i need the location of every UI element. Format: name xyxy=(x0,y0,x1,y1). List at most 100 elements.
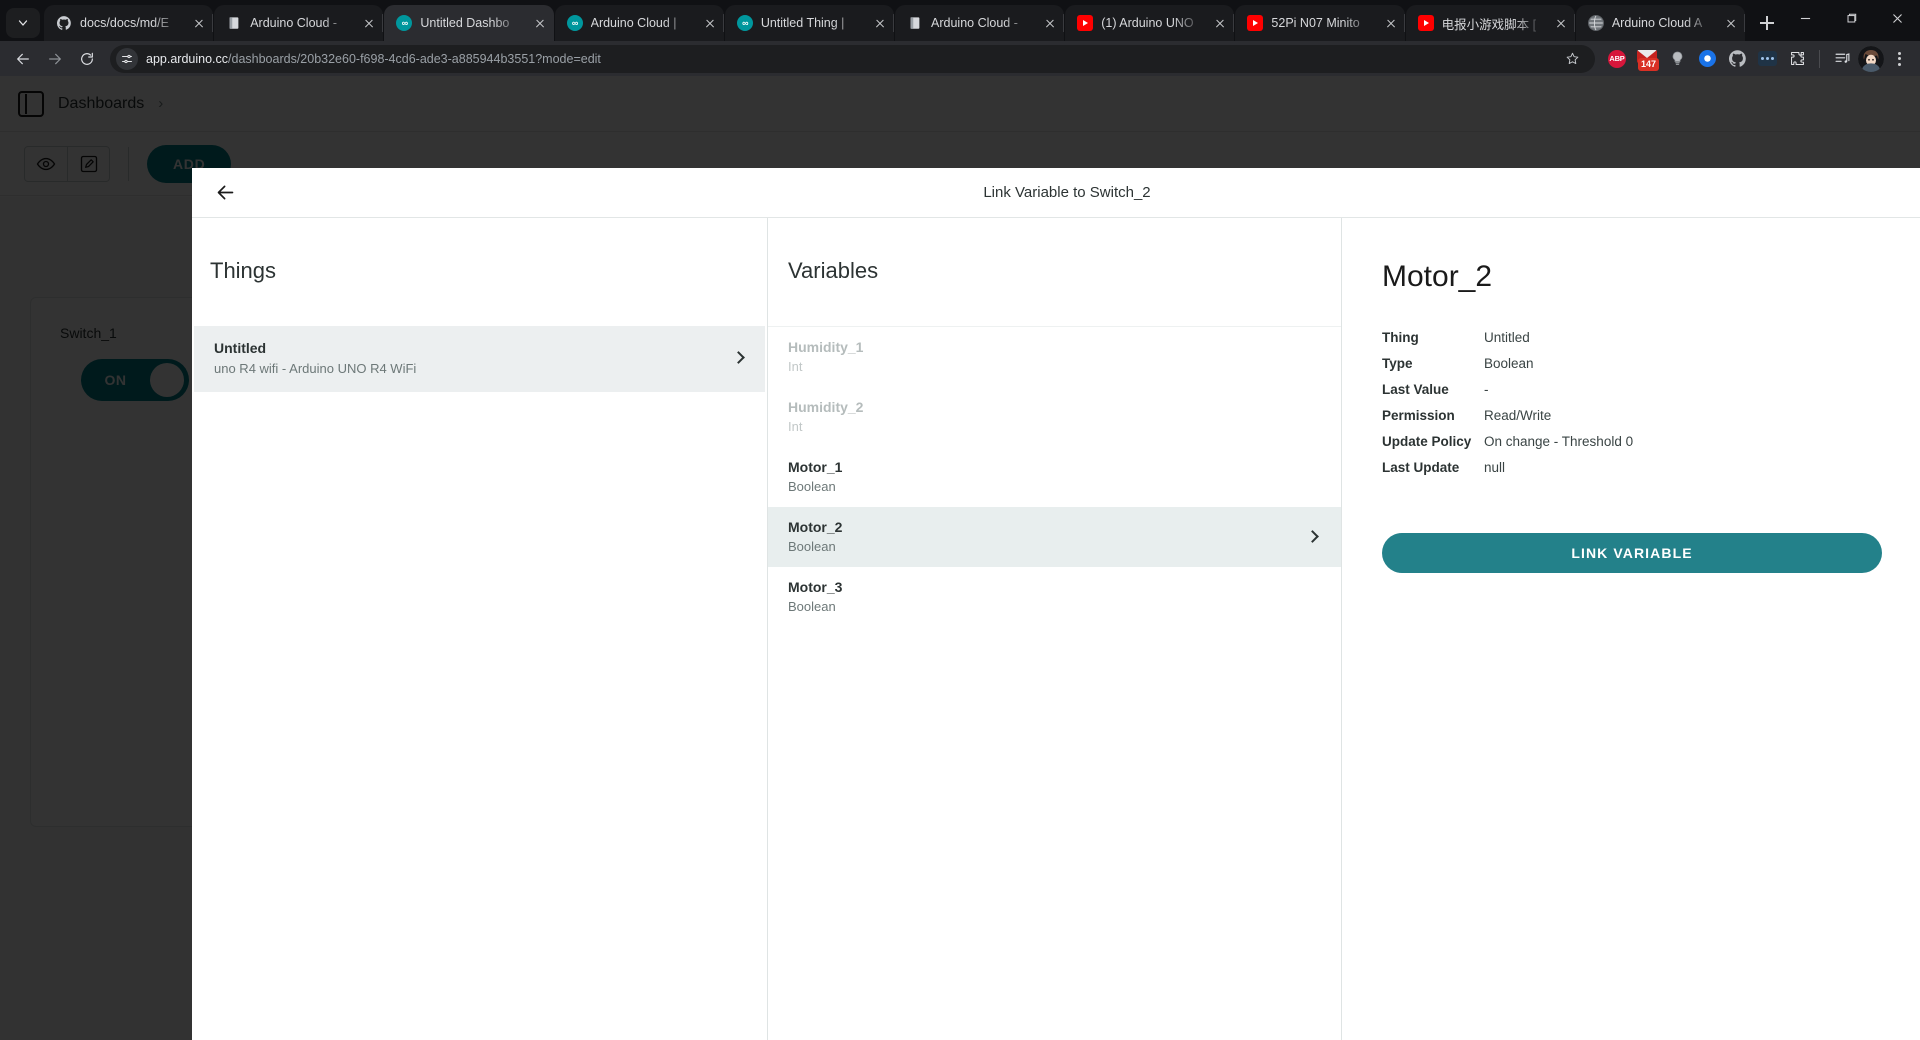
extension-lightbulb[interactable] xyxy=(1663,45,1691,73)
close-window-button[interactable] xyxy=(1874,0,1920,36)
page-viewport: Dashboards › xyxy=(0,76,1920,1040)
browser-tab[interactable]: 电报小游戏脚本 [ xyxy=(1405,5,1575,41)
variable-name: Humidity_1 xyxy=(788,339,864,355)
kebab-menu-icon[interactable] xyxy=(1886,46,1912,72)
detail-field-value: Untitled xyxy=(1484,330,1530,345)
modal-back-button[interactable] xyxy=(210,178,240,208)
arrow-left-icon xyxy=(217,185,233,200)
browser-tab[interactable]: docs/docs/md/E xyxy=(44,5,214,41)
browser-tab[interactable]: ∞ Arduino Cloud | xyxy=(554,5,724,41)
browser-tab[interactable]: ∞ Untitled Thing | xyxy=(724,5,895,41)
arduino-icon: ∞ xyxy=(396,15,413,31)
dots-extension-icon xyxy=(1757,51,1777,66)
detail-field-key: Last Value xyxy=(1382,382,1449,397)
close-tab-button[interactable] xyxy=(872,15,888,31)
variable-info: Motor_1 Boolean xyxy=(788,459,1317,494)
opera-icon xyxy=(1698,50,1716,67)
globe-icon xyxy=(1587,15,1604,31)
close-tab-button[interactable] xyxy=(1042,15,1058,31)
tab-strip: docs/docs/md/E Arduino Cloud - ∞ Untitled D… xyxy=(0,0,1920,41)
arduino-icon: ∞ xyxy=(736,15,753,31)
extension-opera[interactable] xyxy=(1693,45,1721,73)
close-tab-button[interactable] xyxy=(702,15,718,31)
github-icon xyxy=(1728,50,1746,67)
tab-search-button[interactable] xyxy=(6,8,40,38)
minimize-icon xyxy=(1800,17,1810,19)
arrow-right-icon xyxy=(49,53,61,64)
extension-dots[interactable] xyxy=(1753,45,1781,73)
thing-subtitle: uno R4 wifi - Arduino UNO R4 WiFi xyxy=(214,361,417,376)
tab-title: Arduino Cloud | xyxy=(590,16,677,30)
tab-title: Arduino Cloud A xyxy=(1611,16,1703,30)
extensions-button[interactable] xyxy=(1783,45,1811,73)
variable-name: Motor_3 xyxy=(788,579,843,595)
extension-github[interactable] xyxy=(1723,45,1751,73)
lightbulb-icon xyxy=(1672,51,1682,66)
reload-icon xyxy=(81,52,93,65)
tab-title: Untitled Dashbo xyxy=(420,16,510,30)
forward-button[interactable] xyxy=(40,44,70,74)
puzzle-extensions-icon xyxy=(1790,52,1804,65)
document-icon xyxy=(907,15,923,31)
detail-field-key: Update Policy xyxy=(1382,434,1472,449)
detail-field-table: Thing Untitled Type Boolean Last Value - Permi… xyxy=(1382,330,1880,475)
variable-name: Humidity_2 xyxy=(788,399,864,415)
mail-unread-badge: 147 xyxy=(1638,57,1660,71)
link-variable-button[interactable]: LINK VARIABLE xyxy=(1382,533,1882,573)
modal-body: Things Untitled uno R4 wifi - Arduino UNO… xyxy=(192,218,1920,1040)
close-tab-button[interactable] xyxy=(1553,15,1569,31)
star-icon xyxy=(1566,52,1578,65)
close-tab-button[interactable] xyxy=(191,15,207,31)
reload-button[interactable] xyxy=(72,44,102,74)
detail-field-value: - xyxy=(1484,382,1489,397)
browser-tab[interactable]: Arduino Cloud A xyxy=(1575,5,1746,41)
modal-title: Link Variable to Switch_2 xyxy=(983,184,1151,201)
close-icon xyxy=(1892,13,1902,23)
tab-title: Untitled Thing | xyxy=(760,16,845,30)
variable-type: Boolean xyxy=(788,599,836,614)
tune-icon xyxy=(122,54,132,63)
variable-row[interactable]: Motor_1 Boolean xyxy=(768,447,1341,507)
profile-avatar[interactable] xyxy=(1858,45,1884,72)
new-tab-button[interactable] xyxy=(1752,8,1782,38)
close-tab-button[interactable] xyxy=(1383,15,1399,31)
close-tab-button[interactable] xyxy=(1212,15,1228,31)
variable-row[interactable]: Motor_2 Boolean xyxy=(768,507,1341,567)
media-control-button[interactable] xyxy=(1828,45,1856,73)
browser-tab[interactable]: (1) Arduino UNO xyxy=(1065,5,1235,41)
close-tab-button[interactable] xyxy=(1723,15,1739,31)
variable-row[interactable]: Motor_3 Boolean xyxy=(768,567,1341,627)
avatar-image xyxy=(1858,45,1884,72)
detail-field-value: Read/Write xyxy=(1484,408,1552,423)
browser-tab[interactable]: Arduino Cloud - xyxy=(895,5,1065,41)
bookmark-star-button[interactable] xyxy=(1559,46,1585,72)
back-button[interactable] xyxy=(8,44,38,74)
extension-mail[interactable]: 147 xyxy=(1633,45,1661,73)
site-settings-icon[interactable] xyxy=(116,47,138,70)
browser-tab[interactable]: Arduino Cloud - xyxy=(214,5,384,41)
variable-type: Boolean xyxy=(788,539,836,554)
close-tab-button[interactable] xyxy=(361,15,377,31)
youtube-icon xyxy=(1247,15,1264,31)
maximize-button[interactable] xyxy=(1828,0,1874,36)
variable-name: Motor_2 xyxy=(788,519,843,535)
detail-field-value: null xyxy=(1484,460,1506,475)
maximize-icon xyxy=(1847,13,1856,22)
variable-info: Humidity_1 Int xyxy=(788,339,1317,374)
extension-adblock-plus[interactable]: ABP xyxy=(1603,45,1631,73)
minimize-button[interactable] xyxy=(1782,0,1828,36)
thing-row[interactable]: Untitled uno R4 wifi - Arduino UNO R4 WiF… xyxy=(194,326,765,392)
window-controls xyxy=(1782,0,1920,41)
variables-list: Humidity_1 Int Humidity_2 Int Motor_1 Boolean… xyxy=(768,327,1341,627)
modal-header: Link Variable to Switch_2 xyxy=(192,168,1920,218)
detail-field-key: Thing xyxy=(1382,330,1419,345)
address-bar[interactable]: app.arduino.cc/dashboards/20b32e60-f698-… xyxy=(110,44,1595,73)
tab-title: Arduino Cloud - xyxy=(931,16,1018,30)
close-tab-button[interactable] xyxy=(532,15,548,31)
url-path: /dashboards/20b32e60-f698-4cd6-ade3-a885… xyxy=(228,51,601,66)
youtube-icon xyxy=(1077,15,1094,31)
document-icon xyxy=(226,15,242,31)
browser-tab[interactable]: ∞ Untitled Dashbo xyxy=(384,5,554,41)
link-variable-modal: Link Variable to Switch_2 Things Untitle… xyxy=(192,168,1920,1040)
browser-tab[interactable]: 52Pi N07 Minito xyxy=(1235,5,1405,41)
